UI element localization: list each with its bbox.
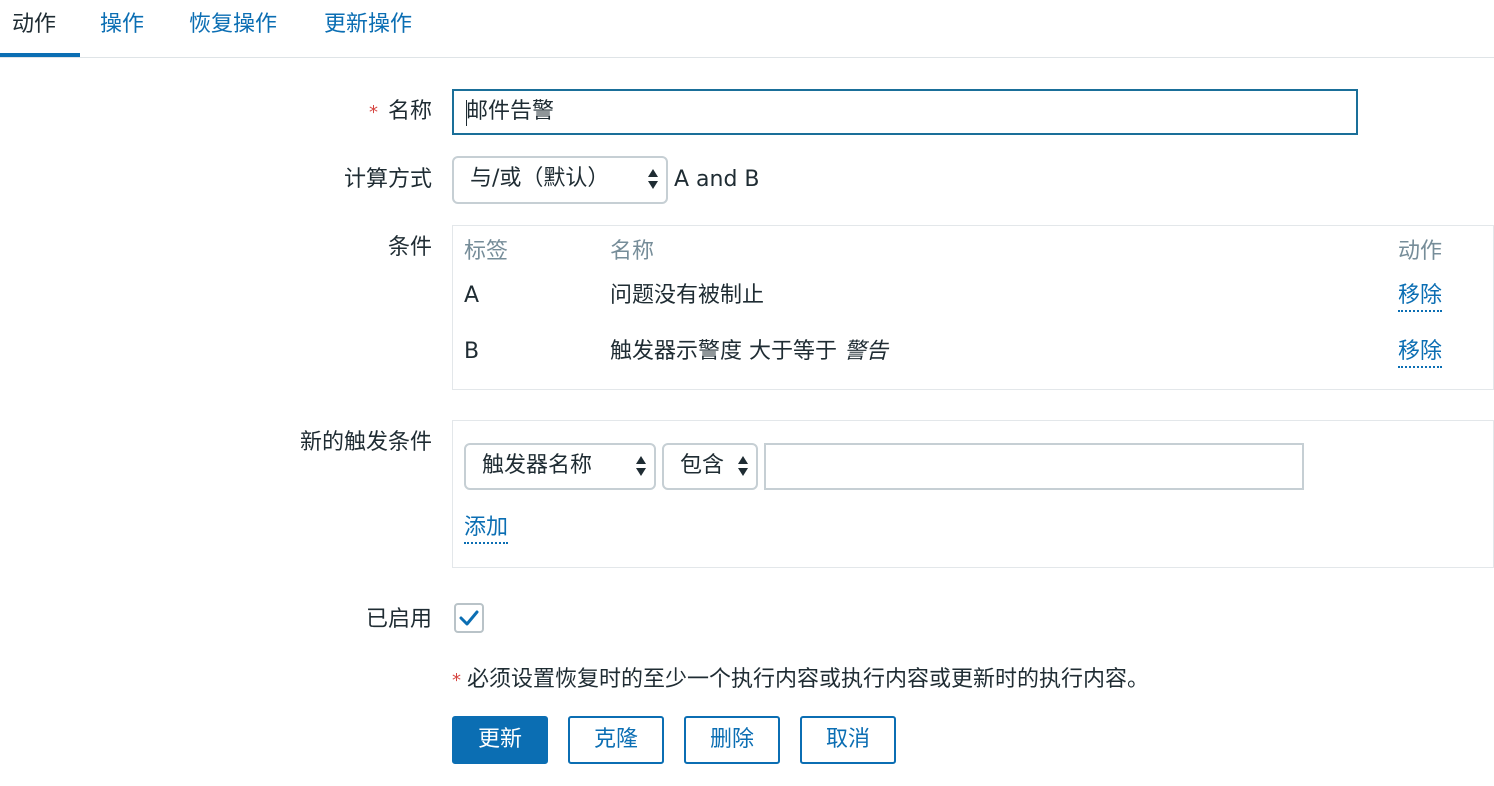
condition-value-input[interactable] bbox=[764, 443, 1304, 490]
cancel-button[interactable]: 取消 bbox=[800, 716, 896, 764]
tab-bar: 动作 操作 恢复操作 更新操作 bbox=[0, 0, 1494, 58]
col-header-action: 动作 bbox=[1398, 239, 1443, 264]
text-caret bbox=[466, 100, 467, 126]
update-button[interactable]: 更新 bbox=[452, 716, 548, 764]
required-mark: * bbox=[368, 102, 378, 123]
delete-button[interactable]: 删除 bbox=[684, 716, 780, 764]
select-arrows-icon bbox=[636, 453, 646, 479]
tab-operations[interactable]: 操作 bbox=[100, 10, 144, 40]
condition-row-label: A bbox=[464, 283, 480, 308]
required-note: * 必须设置恢复时的至少一个执行内容或执行内容或更新时的执行内容。 bbox=[452, 667, 1150, 692]
condition-row-name: 触发器示警度 大于等于 警告 bbox=[610, 339, 889, 364]
select-arrows-icon bbox=[738, 453, 748, 479]
condition-type-select[interactable]: 触发器名称 bbox=[464, 443, 656, 490]
checkmark-icon bbox=[459, 610, 479, 626]
col-header-label: 标签 bbox=[464, 239, 509, 264]
new-condition-label: 新的触发条件 bbox=[299, 430, 432, 455]
col-header-name: 名称 bbox=[610, 239, 655, 264]
active-tab-indicator bbox=[0, 53, 80, 57]
severity-value: 警告 bbox=[844, 339, 889, 364]
tab-action[interactable]: 动作 bbox=[12, 10, 56, 40]
remove-condition-link[interactable]: 移除 bbox=[1398, 282, 1443, 312]
conditions-label: 条件 bbox=[387, 235, 432, 260]
calc-label: 计算方式 bbox=[343, 167, 432, 192]
conditions-table bbox=[452, 225, 1494, 390]
calc-formula: A and B bbox=[674, 167, 760, 192]
enabled-label: 已启用 bbox=[365, 607, 432, 632]
enabled-checkbox[interactable] bbox=[454, 603, 484, 633]
select-arrows-icon bbox=[648, 166, 658, 192]
remove-condition-link[interactable]: 移除 bbox=[1398, 338, 1443, 368]
tab-update-operations[interactable]: 更新操作 bbox=[324, 10, 412, 40]
name-label: * 名称 bbox=[368, 99, 432, 124]
name-input[interactable]: 邮件告警 bbox=[452, 89, 1358, 135]
add-condition-link[interactable]: 添加 bbox=[464, 514, 509, 544]
condition-row-label: B bbox=[464, 339, 480, 364]
calc-method-select[interactable]: 与/或（默认） bbox=[452, 156, 668, 204]
condition-row-name: 问题没有被制止 bbox=[610, 283, 765, 308]
tab-recovery-operations[interactable]: 恢复操作 bbox=[189, 10, 277, 40]
condition-operator-select[interactable]: 包含 bbox=[662, 443, 758, 490]
clone-button[interactable]: 克隆 bbox=[568, 716, 664, 764]
